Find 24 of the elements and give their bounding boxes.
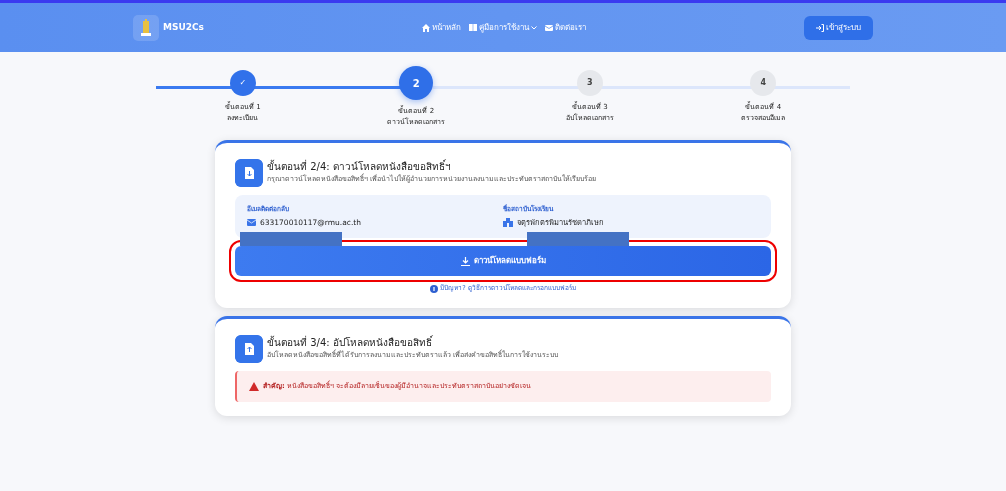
- mail-icon: [545, 24, 553, 31]
- home-icon: [422, 23, 430, 32]
- monument-icon: [140, 18, 152, 37]
- book-icon: [469, 24, 477, 31]
- nav-link[interactable]: ติดต่อเรา: [545, 21, 586, 34]
- step-marker: 3: [576, 70, 603, 96]
- card-title: ขั้นตอนที่ 3/4: อัปโหลดหนังสือขอสิทธิ์: [267, 335, 434, 349]
- step-marker: 2: [399, 66, 434, 100]
- download-icon: [460, 256, 470, 266]
- file-upload-icon: [235, 335, 263, 364]
- brand-name[interactable]: MSU2Cs: [163, 20, 204, 35]
- login-button[interactable]: เข้าสู่ระบบ: [804, 15, 873, 40]
- step-marker: ✓: [229, 70, 256, 96]
- card-title: ขั้นตอนที่ 2/4: ดาวน์โหลดหนังสือขอสิทธิ์ฯ: [267, 159, 452, 173]
- mail-icon: [247, 219, 256, 227]
- file-download-icon: [235, 159, 263, 188]
- building-icon: [503, 218, 513, 228]
- login-icon: [816, 23, 824, 32]
- step-marker: 4: [750, 70, 777, 96]
- logo[interactable]: [133, 14, 159, 41]
- help-icon: [430, 285, 439, 294]
- nav-link[interactable]: หน้าหลัก: [422, 21, 461, 34]
- nav-link[interactable]: คู่มือการใช้งาน: [469, 21, 537, 34]
- warning-icon: [249, 381, 259, 391]
